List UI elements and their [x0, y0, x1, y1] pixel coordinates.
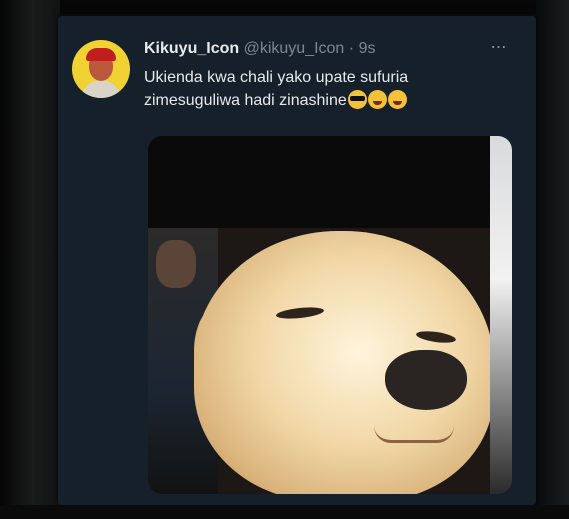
- tweet-card[interactable]: Kikuyu_Icon @kikuyu_Icon · 9s ⋯ Ukienda …: [58, 16, 536, 505]
- avatar-hat: [86, 48, 116, 61]
- tears-of-joy-emoji-icon: [387, 90, 407, 109]
- tweet-header: Kikuyu_Icon @kikuyu_Icon · 9s: [144, 40, 484, 62]
- avatar-shirt: [81, 80, 121, 98]
- photo-left-border: [0, 0, 60, 519]
- user-handle[interactable]: @kikuyu_Icon: [244, 40, 345, 57]
- tweet-media-image[interactable]: [148, 136, 512, 494]
- display-name[interactable]: Kikuyu_Icon: [144, 40, 239, 57]
- media-right-strip: [490, 136, 512, 494]
- dog-mouth: [374, 426, 454, 443]
- sunglasses-emoji-icon: [347, 90, 367, 109]
- media-dark-top: [148, 136, 512, 228]
- tears-of-joy-emoji-icon: [367, 90, 387, 109]
- tweet-timestamp[interactable]: 9s: [359, 40, 376, 57]
- tweet-text-block: Ukienda kwa chali yako upate sufuria zim…: [144, 66, 464, 112]
- separator-dot: ·: [348, 40, 355, 57]
- more-options-icon[interactable]: ⋯: [486, 38, 512, 58]
- dog-nose: [385, 350, 467, 410]
- avatar[interactable]: [72, 40, 130, 98]
- photo-right-border: [536, 0, 569, 519]
- background-person-head: [156, 240, 196, 288]
- photo-top-border: [0, 0, 569, 14]
- photo-bottom-border: [0, 505, 569, 519]
